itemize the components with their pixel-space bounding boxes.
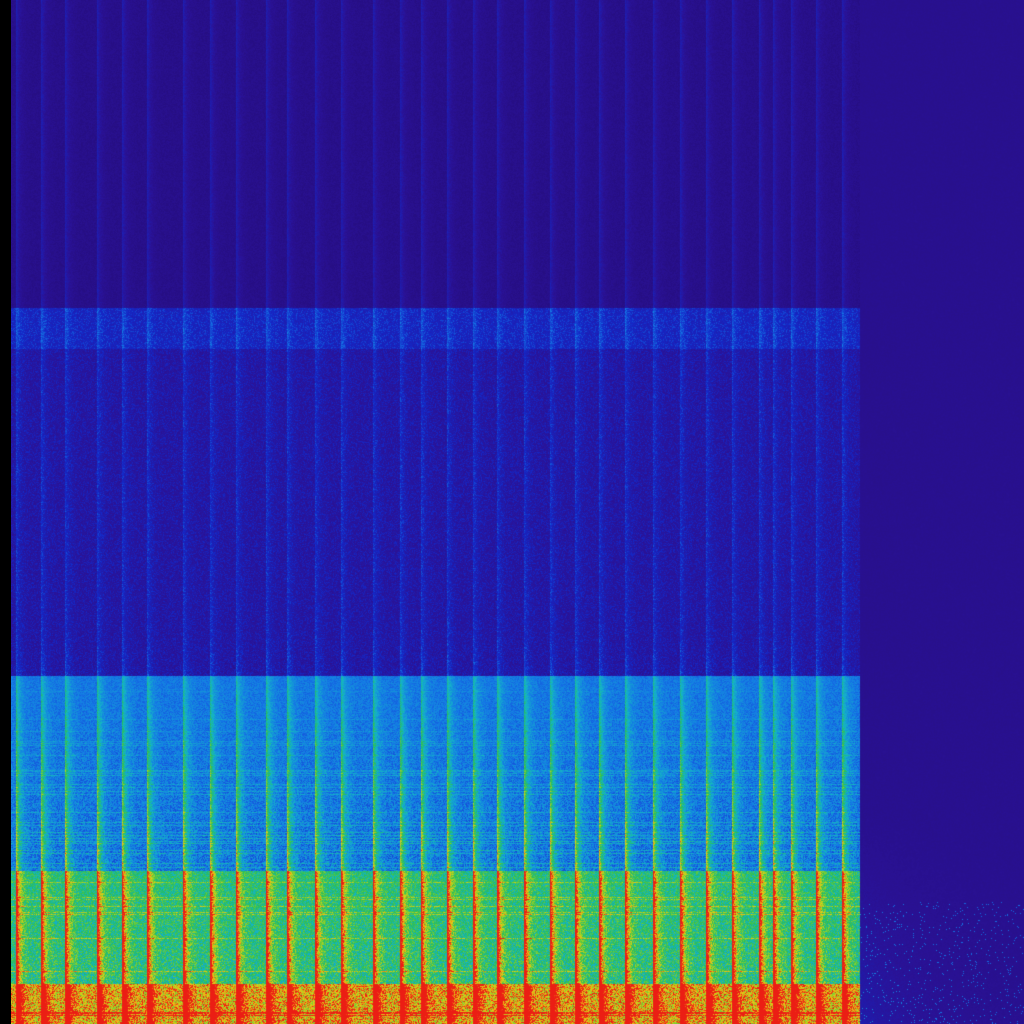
spectrogram-plot xyxy=(11,0,1024,1024)
axis-gutter xyxy=(0,0,11,1024)
spectrogram-chart xyxy=(0,0,1024,1024)
